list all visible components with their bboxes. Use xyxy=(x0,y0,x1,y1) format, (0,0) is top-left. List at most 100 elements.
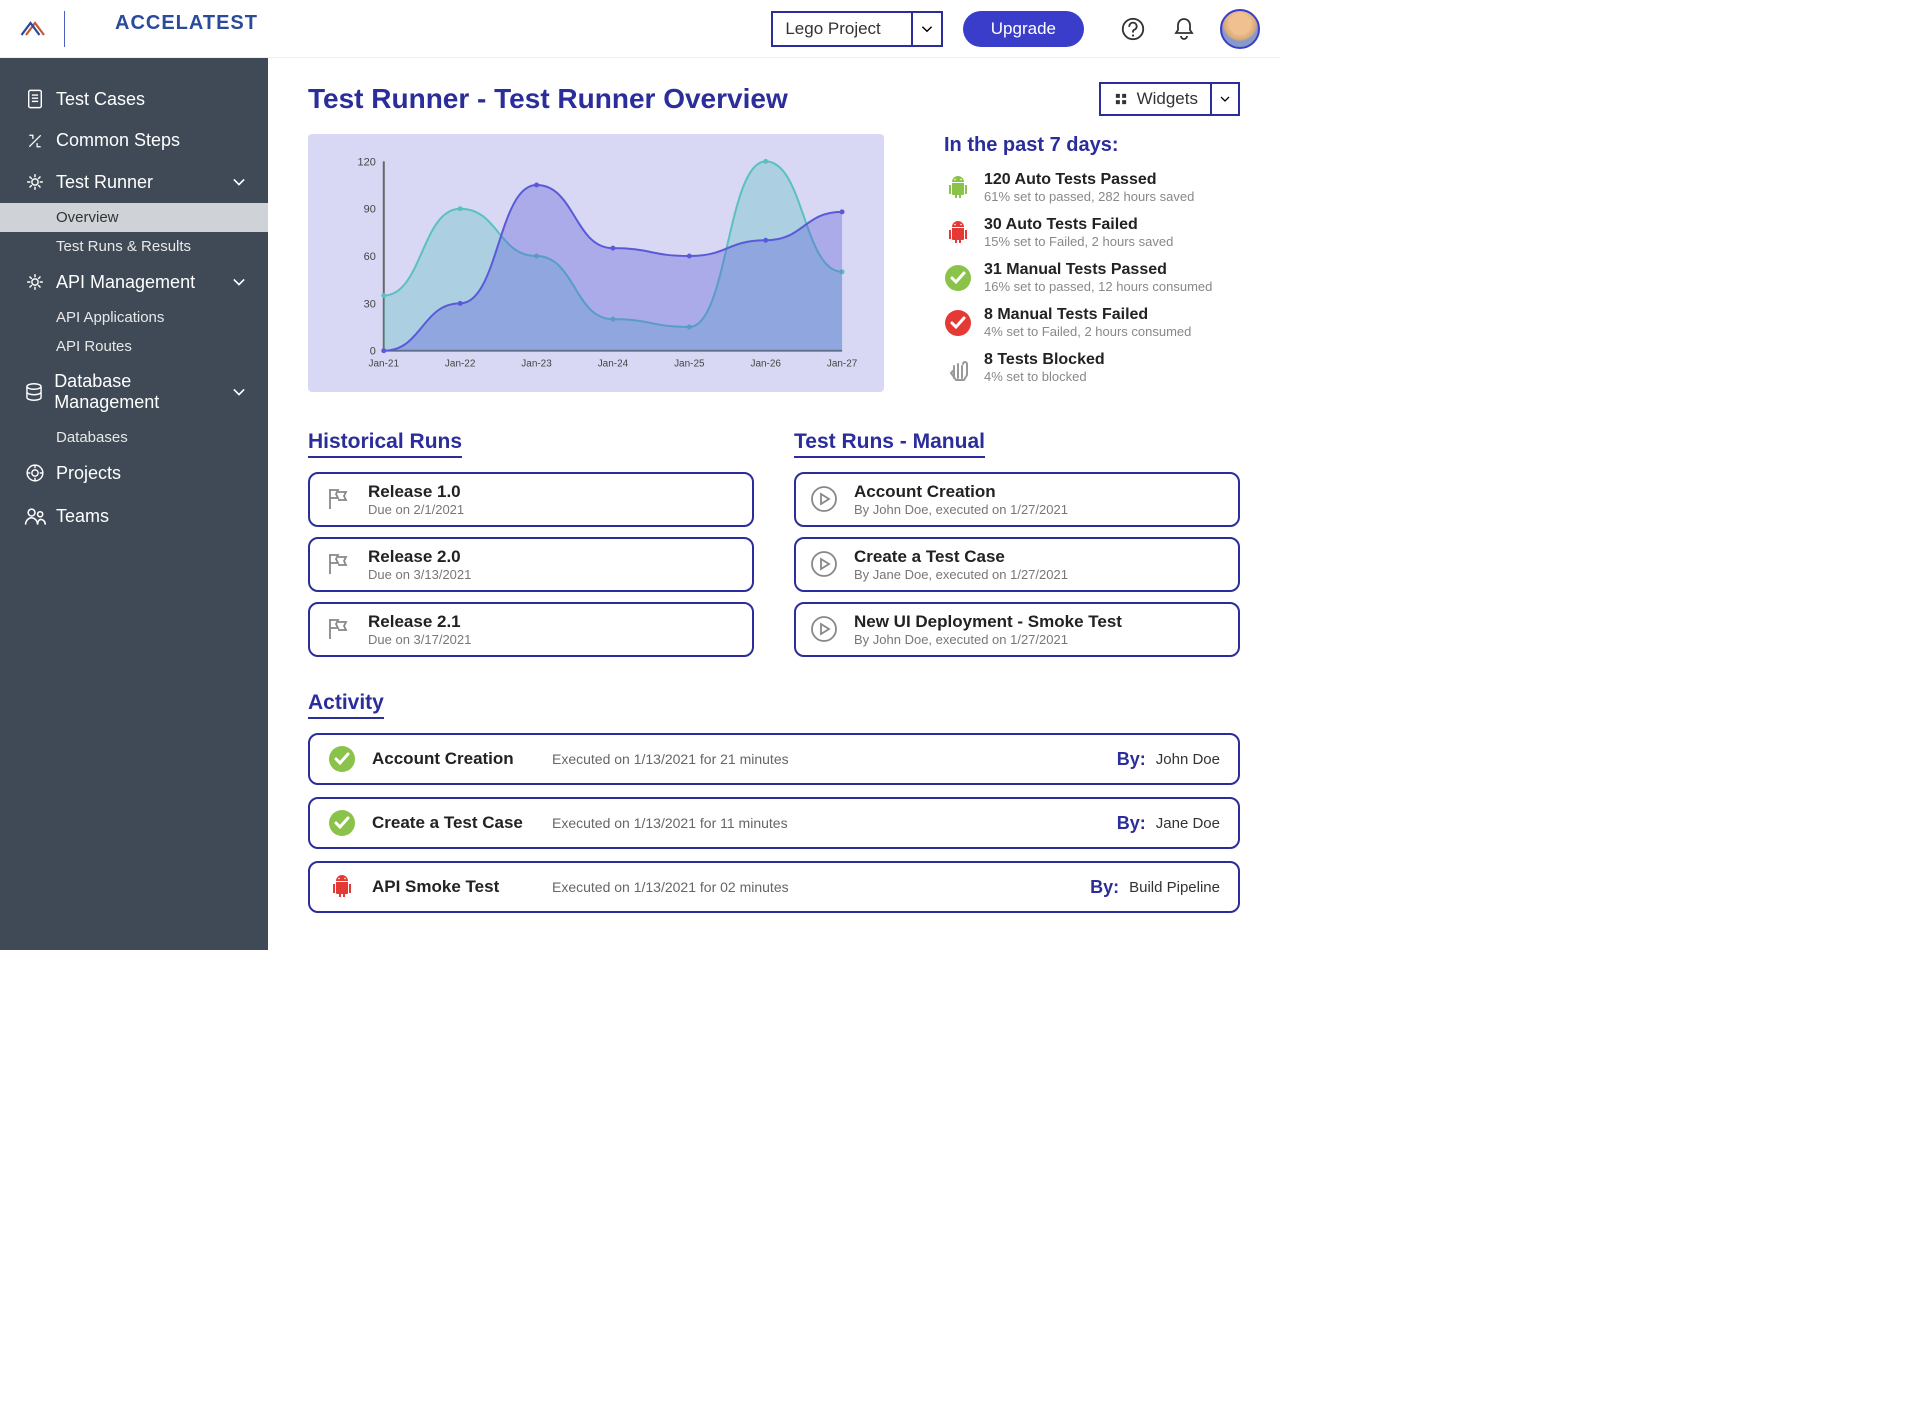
stat-subtitle: 61% set to passed, 282 hours saved xyxy=(984,189,1194,204)
database-icon xyxy=(20,381,48,403)
sidebar-item-teams[interactable]: Teams xyxy=(0,494,268,538)
main-content: Test Runner - Test Runner Overview Widge… xyxy=(268,58,1280,950)
stat-title: 8 Manual Tests Failed xyxy=(984,306,1191,324)
section-title: Historical Runs xyxy=(308,430,462,458)
android-green-icon xyxy=(944,174,972,202)
svg-text:Jan-25: Jan-25 xyxy=(674,359,705,370)
sidebar-item-label: Test Runner xyxy=(56,172,153,193)
logo-mark xyxy=(20,19,50,39)
stats-panel: In the past 7 days: 120 Auto Tests Passe… xyxy=(944,134,1240,396)
historical-run-card[interactable]: Release 1.0 Due on 2/1/2021 xyxy=(308,472,754,527)
activity-title: Account Creation xyxy=(372,749,552,769)
widgets-button[interactable]: Widgets xyxy=(1099,82,1240,116)
sidebar-item-database-management[interactable]: Database Management xyxy=(0,361,268,423)
manual-runs-section: Test Runs - Manual Account Creation By J… xyxy=(794,430,1240,667)
flag-icon xyxy=(324,615,354,645)
flag-icon xyxy=(324,550,354,580)
project-select[interactable]: Lego Project xyxy=(771,11,942,47)
card-subtitle: Due on 2/1/2021 xyxy=(368,502,464,517)
play-icon xyxy=(810,485,840,515)
hand-icon xyxy=(944,354,972,382)
manual-run-card[interactable]: Create a Test Case By Jane Doe, executed… xyxy=(794,537,1240,592)
activity-title: API Smoke Test xyxy=(372,877,552,897)
manual-run-card[interactable]: Account Creation By John Doe, executed o… xyxy=(794,472,1240,527)
activity-card[interactable]: API Smoke Test Executed on 1/13/2021 for… xyxy=(308,861,1240,913)
activity-person: John Doe xyxy=(1156,751,1220,768)
play-icon xyxy=(810,550,840,580)
section-title: Activity xyxy=(308,691,384,719)
arrows-icon xyxy=(20,131,50,151)
sidebar-item-test-runner[interactable]: Test Runner xyxy=(0,161,268,203)
check-green-icon xyxy=(328,809,356,837)
sidebar-item-test-cases[interactable]: Test Cases xyxy=(0,78,268,120)
activity-card[interactable]: Create a Test Case Executed on 1/13/2021… xyxy=(308,797,1240,849)
upgrade-button[interactable]: Upgrade xyxy=(963,11,1084,47)
activity-card[interactable]: Account Creation Executed on 1/13/2021 f… xyxy=(308,733,1240,785)
stat-row: 120 Auto Tests Passed 61% set to passed,… xyxy=(944,171,1240,204)
sidebar-item-label: Database Management xyxy=(54,371,230,413)
svg-text:Jan-24: Jan-24 xyxy=(598,359,629,370)
sidebar-item-common-steps[interactable]: Common Steps xyxy=(0,120,268,161)
activity-meta: Executed on 1/13/2021 for 11 minutes xyxy=(552,815,1117,831)
sidebar-sub-runs-results[interactable]: Test Runs & Results xyxy=(0,232,268,261)
stat-subtitle: 16% set to passed, 12 hours consumed xyxy=(984,279,1212,294)
stat-title: 31 Manual Tests Passed xyxy=(984,261,1212,279)
card-subtitle: Due on 3/17/2021 xyxy=(368,632,471,647)
stat-row: 30 Auto Tests Failed 15% set to Failed, … xyxy=(944,216,1240,249)
sidebar-item-label: Common Steps xyxy=(56,130,180,151)
svg-text:Jan-26: Jan-26 xyxy=(750,359,781,370)
card-title: Release 1.0 xyxy=(368,482,464,502)
card-subtitle: Due on 3/13/2021 xyxy=(368,567,471,582)
historical-run-card[interactable]: Release 2.0 Due on 3/13/2021 xyxy=(308,537,754,592)
stat-title: 120 Auto Tests Passed xyxy=(984,171,1194,189)
check-green-icon xyxy=(328,745,356,773)
sidebar-sub-databases[interactable]: Databases xyxy=(0,423,268,452)
svg-text:Jan-23: Jan-23 xyxy=(521,359,552,370)
sidebar-item-label: API Management xyxy=(56,272,195,293)
stats-heading: In the past 7 days: xyxy=(944,134,1240,157)
sidebar-sub-overview[interactable]: Overview xyxy=(0,203,268,232)
svg-text:Jan-22: Jan-22 xyxy=(445,359,476,370)
grid-icon xyxy=(1113,91,1129,107)
app-header: ACCELATEST API TESTING SIMPLIFIED Lego P… xyxy=(0,0,1280,58)
logo-separator xyxy=(64,11,65,47)
stat-title: 8 Tests Blocked xyxy=(984,351,1105,369)
widgets-label: Widgets xyxy=(1137,89,1198,109)
card-subtitle: By John Doe, executed on 1/27/2021 xyxy=(854,502,1068,517)
project-select-label: Lego Project xyxy=(773,19,910,39)
activity-person: Build Pipeline xyxy=(1129,879,1220,896)
historical-runs-section: Historical Runs Release 1.0 Due on 2/1/2… xyxy=(308,430,754,667)
flag-icon xyxy=(324,485,354,515)
help-icon[interactable] xyxy=(1120,16,1146,42)
document-icon xyxy=(20,88,50,110)
manual-run-card[interactable]: New UI Deployment - Smoke Test By John D… xyxy=(794,602,1240,657)
svg-text:Jan-27: Jan-27 xyxy=(827,359,858,370)
gear-icon xyxy=(20,171,50,193)
card-title: Release 2.0 xyxy=(368,547,471,567)
teams-icon xyxy=(20,504,50,528)
check-red-icon xyxy=(944,309,972,337)
chevron-down-icon xyxy=(911,13,941,45)
activity-person: Jane Doe xyxy=(1156,815,1220,832)
svg-text:0: 0 xyxy=(370,346,376,358)
historical-run-card[interactable]: Release 2.1 Due on 3/17/2021 xyxy=(308,602,754,657)
chevron-down-icon xyxy=(230,383,248,401)
sidebar-sub-api-routes[interactable]: API Routes xyxy=(0,332,268,361)
sidebar-item-label: Test Cases xyxy=(56,89,145,110)
sidebar-sub-api-applications[interactable]: API Applications xyxy=(0,303,268,332)
section-title: Test Runs - Manual xyxy=(794,430,985,458)
android-red-icon xyxy=(944,219,972,247)
avatar[interactable] xyxy=(1220,9,1260,49)
sidebar-item-api-management[interactable]: API Management xyxy=(0,261,268,303)
stat-row: 8 Manual Tests Failed 4% set to Failed, … xyxy=(944,306,1240,339)
card-title: Account Creation xyxy=(854,482,1068,502)
title-bar: Test Runner - Test Runner Overview Widge… xyxy=(308,82,1240,116)
bell-icon[interactable] xyxy=(1170,15,1198,43)
sidebar-item-projects[interactable]: Projects xyxy=(0,452,268,494)
card-title: New UI Deployment - Smoke Test xyxy=(854,612,1122,632)
card-title: Release 2.1 xyxy=(368,612,471,632)
activity-by-label: By: xyxy=(1117,749,1146,770)
chart-panel: 0306090120Jan-21Jan-22Jan-23Jan-24Jan-25… xyxy=(308,134,884,392)
stat-subtitle: 4% set to blocked xyxy=(984,369,1105,384)
activity-meta: Executed on 1/13/2021 for 02 minutes xyxy=(552,879,1090,895)
